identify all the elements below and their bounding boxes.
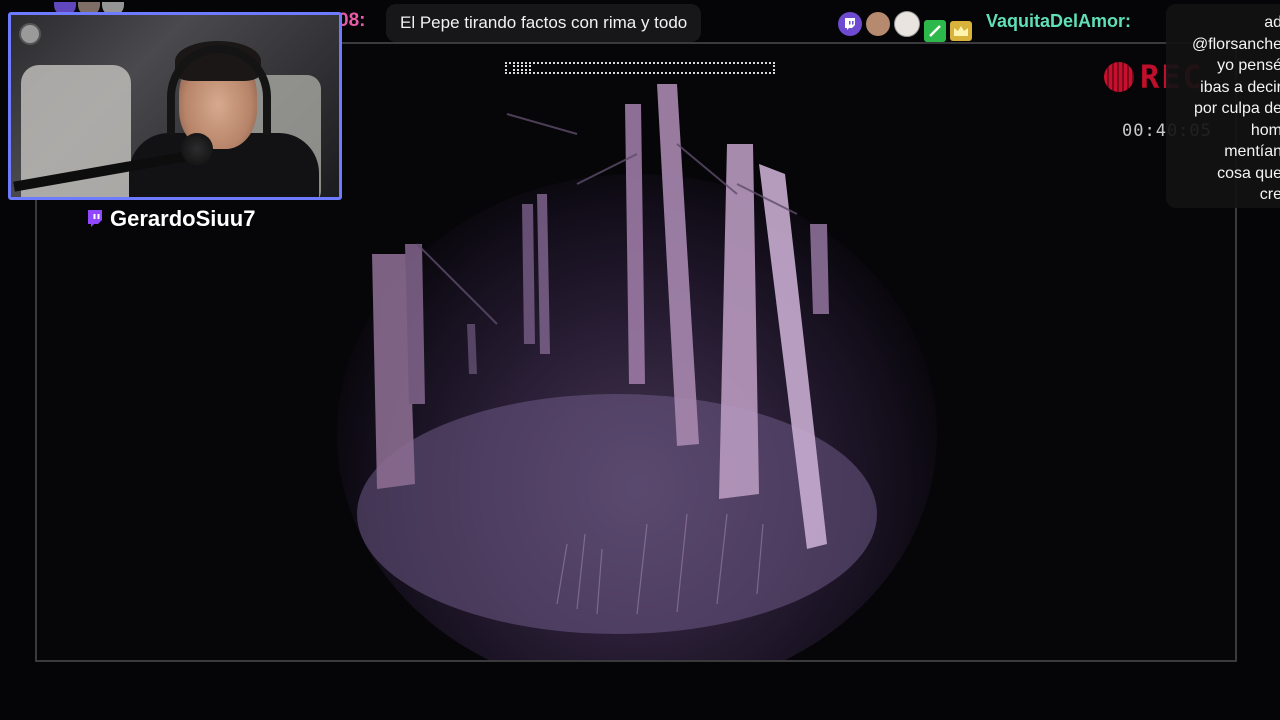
user-avatar-icon (894, 11, 920, 37)
chat-user-badges (838, 6, 972, 42)
chat-line: mentían (1224, 143, 1280, 160)
rec-dot-icon (1104, 62, 1134, 92)
chat-message-bubble: El Pepe tirando factos con rima y todo (386, 4, 702, 42)
chat-line: @florsanche (1191, 35, 1280, 53)
chat-username: VaquitaDelAmor: (986, 11, 1132, 31)
user-avatar-icon (866, 12, 890, 36)
camera-badge-icon (19, 23, 41, 45)
chat-line: por culpa de (1193, 100, 1280, 117)
chat-line: cosa que (1217, 164, 1280, 182)
webcam-feed (8, 12, 342, 200)
microphone-icon (181, 133, 213, 165)
stamina-bar (505, 62, 775, 74)
twitch-icon (86, 209, 104, 229)
streamer-name: GerardoSiuu7 (110, 206, 256, 231)
crown-badge-icon (950, 21, 972, 41)
streamer-nameplate: GerardoSiuu7 (86, 206, 255, 232)
chat-line: cre (1259, 186, 1280, 203)
chat-message-text: ad @florsanche yo pensé ibas a decir por… (1192, 12, 1280, 206)
chat-message-panel: ad @florsanche yo pensé ibas a decir por… (1166, 4, 1280, 208)
twitch-icon (838, 12, 862, 36)
previous-message-timestamp: 08: (338, 10, 366, 31)
chat-line: yo pensé (1217, 57, 1280, 74)
sword-badge-icon (924, 20, 946, 42)
chat-line: hom (1250, 121, 1280, 139)
chat-line: ibas a decir (1200, 78, 1280, 96)
chat-line: ad (1264, 14, 1280, 31)
